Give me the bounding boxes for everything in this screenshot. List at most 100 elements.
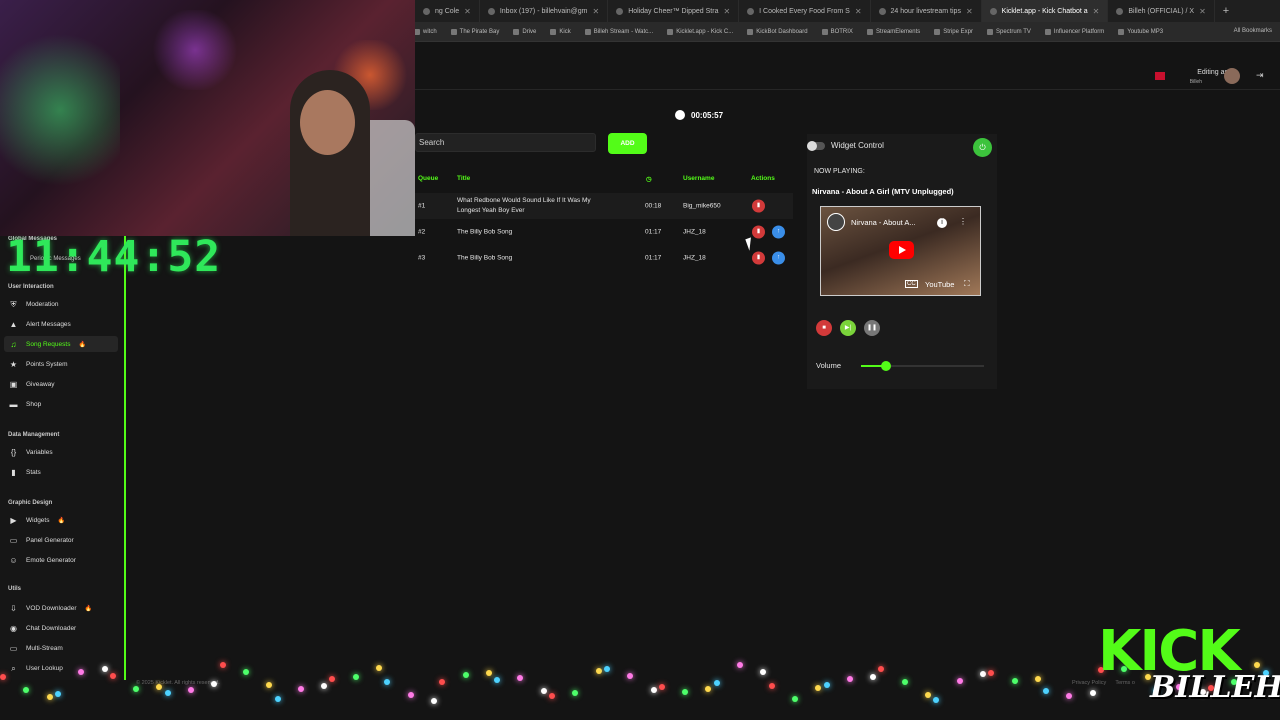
sidebar-item-widgets[interactable]: ▶ Widgets 🔥 [4,512,118,528]
sidebar-item-emote-generator[interactable]: ☺ Emote Generator [4,552,118,568]
bookmark-item[interactable]: Youtube MP3 [1118,28,1163,35]
close-icon[interactable]: ✕ [1199,7,1206,16]
sidebar-item-chat-downloader[interactable]: ◉ Chat Downloader [4,620,118,636]
screen: ng Cole ✕ Inbox (197) - billehvain@gm ✕ Holi… [0,0,1280,720]
queue-position: #2 [418,228,426,236]
light-bulb [823,682,830,688]
logout-icon[interactable]: ⇥ [1256,70,1266,80]
volume-slider[interactable] [861,361,984,371]
tab-favicon-icon [423,7,430,15]
add-button[interactable]: ADD [608,133,647,154]
sidebar-item-variables[interactable]: {} Variables [4,444,118,460]
browser-tab[interactable]: I Cooked Every Food From S ✕ [739,0,871,22]
bookmark-item[interactable]: Spectrum TV [986,28,1031,35]
power-button[interactable]: ⏻ [973,138,992,157]
sidebar-item-multi-stream[interactable]: ▭ Multi-Stream [4,640,118,656]
close-icon[interactable]: ✕ [464,7,471,16]
bookmark-item[interactable]: KickBot Dashboard [747,28,808,35]
bookmark-item[interactable]: Stripe Expr [934,28,973,35]
move-up-button[interactable]: ↑ [772,251,785,265]
search-icon: ⌕ [11,663,16,673]
bookmark-item[interactable]: Kick [550,28,571,35]
sidebar-item-label: Panel Generator [26,536,74,544]
fullscreen-icon[interactable]: ⛶ [964,279,970,289]
light-bulb [321,683,328,689]
browser-tab[interactable]: Kicklet.app - Kick Chatbot a ✕ [981,0,1109,22]
widget-control-toggle[interactable] [807,141,825,151]
sidebar-item-points-system[interactable]: ★ Points System [4,356,118,372]
close-icon[interactable]: ✕ [593,7,600,16]
tab-label: Kicklet.app - Kick Chatbot a [1001,7,1088,15]
bookmark-icon [550,28,557,35]
tab-label: I Cooked Every Food From S [759,7,850,15]
light-bulb [737,662,743,668]
light-bulb [462,672,469,678]
play-icon[interactable] [889,241,914,259]
browser-tab[interactable]: Inbox (197) - billehvain@gm ✕ [480,0,609,22]
sidebar-item-moderation[interactable]: ⛨ Moderation [4,296,118,312]
sidebar-item-stats[interactable]: ▮ Stats [4,464,118,480]
sidebar-item-giveaway[interactable]: ▣ Giveaway [4,376,118,392]
all-bookmarks[interactable]: All Bookmarks [1234,28,1272,34]
stop-button[interactable]: ■ [816,320,832,336]
info-icon[interactable]: i [937,218,947,228]
sidebar-item-shop[interactable]: ▬ Shop [4,396,118,412]
skip-button[interactable]: ▶| [840,320,856,336]
browser-tab[interactable]: ng Cole ✕ [415,0,480,22]
bookmark-item[interactable]: Influencer Platform [1044,28,1104,35]
bookmark-item[interactable]: Kicklet.app - Kick C... [667,28,733,35]
gift-icon: ▣ [9,379,18,389]
bookmark-item[interactable]: BOTRIX [821,28,853,35]
close-icon[interactable]: ✕ [1093,7,1100,16]
sidebar-item-song-requests[interactable]: ♫ Song Requests 🔥 [4,336,118,352]
avatar[interactable] [1224,68,1240,84]
light-bulb [384,679,391,685]
sidebar-item-user-lookup[interactable]: ⌕ User Lookup [4,660,118,676]
search-input[interactable] [415,133,596,152]
light-bulb [682,689,689,695]
more-icon[interactable]: ⋮ [959,217,967,226]
bookmark-item[interactable]: Drive [513,28,536,35]
browser-tab[interactable]: Holiday Cheer™ Dipped Stra ✕ [608,0,740,22]
delete-button[interactable]: ▮ [752,199,765,213]
browser-tab[interactable]: 24 hour livestream tips ✕ [871,0,982,22]
light-bulb [572,690,579,696]
youtube-player[interactable]: Nirvana - About A... i ⋮ CC YouTube ⛶ [820,206,981,296]
volume-knob[interactable] [880,361,891,371]
tab-favicon-icon [747,7,755,15]
light-bulb [1011,678,1018,684]
music-icon: ♫ [10,339,17,349]
song-username: JHZ_18 [683,228,706,236]
pause-button[interactable]: ❚❚ [864,320,880,336]
close-icon[interactable]: ✕ [855,7,862,16]
browser-tab[interactable]: Billeh (OFFICIAL) / X ✕ [1108,0,1215,22]
bookmark-item[interactable]: StreamElements [866,28,920,35]
overlay-clock: 11:44:52 [6,232,222,282]
light-bulb [925,692,931,698]
song-username: Big_mike650 [683,202,721,210]
bookmark-icon [450,28,457,35]
sidebar-item-label: Giveaway [26,380,55,388]
bookmark-item[interactable]: witch [414,28,437,35]
close-icon[interactable]: ✕ [723,7,730,16]
delete-button[interactable]: ▮ [752,251,765,265]
song-username: JHZ_18 [683,254,706,262]
bookmark-label: Kick [559,28,571,35]
song-duration: 00:18 [645,202,662,210]
bookmark-label: KickBot Dashboard [756,28,808,35]
move-up-button[interactable]: ↑ [772,225,785,239]
light-bulb [485,670,492,676]
language-flag-icon[interactable] [1155,72,1165,80]
sidebar-item-panel-generator[interactable]: ▭ Panel Generator [4,532,118,548]
song-title: The Billy Bob Song [457,254,513,262]
bookmark-item[interactable]: The Pirate Bay [450,28,499,35]
close-icon[interactable]: ✕ [966,7,973,16]
new-tab-button[interactable]: + [1215,5,1237,17]
light-bulb [517,675,524,681]
captions-icon[interactable]: CC [905,280,918,288]
sidebar-item-alert-messages[interactable]: ▲ Alert Messages [4,316,118,332]
bookmark-item[interactable]: Billeh Stream - Watc... [584,28,653,35]
sidebar-item-vod-downloader[interactable]: ⇩ VOD Downloader 🔥 [4,600,118,616]
bookmark-icon [747,28,754,35]
bookmark-label: Stripe Expr [943,28,973,35]
